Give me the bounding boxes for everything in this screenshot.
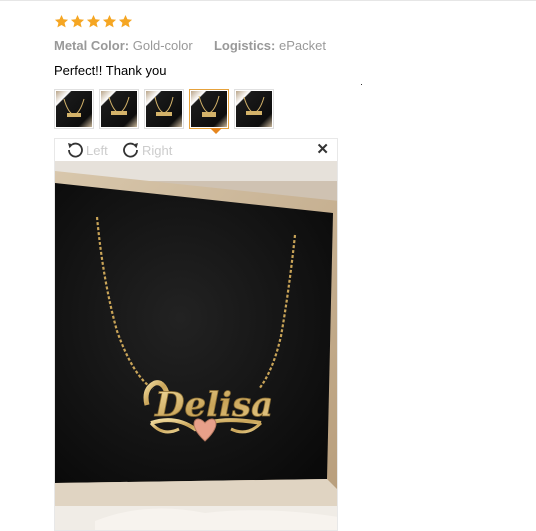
rotate-right-label: Right [142,142,173,158]
rotate-left-button[interactable]: Left [65,141,108,159]
close-icon[interactable]: ✕ [316,142,329,157]
review-thumbnail[interactable] [234,89,274,129]
star-icon [118,14,133,28]
metal-color-label: Metal Color: [54,38,130,53]
review-thumbnail-active[interactable] [189,89,229,129]
star-rating [54,14,133,29]
review-thumbnails [54,89,274,129]
logistics-label: Logistics: [213,38,276,53]
metal-color-value: Gold-color [132,38,193,53]
viewer-toolbar: Left Right ✕ [55,139,337,161]
review-thumbnail[interactable] [144,89,184,129]
photo-viewer: Left Right ✕ Delisa [54,138,338,531]
review-photo: Delisa [55,161,337,530]
logistics-value: ePacket [279,38,326,53]
review-thumbnail[interactable] [99,89,139,129]
rotate-left-icon [68,142,83,158]
review-thumbnail[interactable] [54,89,94,129]
top-divider [0,0,536,1]
star-icon [86,14,101,28]
star-icon [54,14,69,28]
rotate-right-icon [123,142,138,158]
rotate-right-button[interactable]: Right [121,141,172,159]
rotate-left-label: Left [86,142,108,158]
star-icon [70,14,85,28]
review-comment: Perfect!! Thank you [54,63,167,78]
star-icon [102,14,117,28]
active-thumbnail-caret [210,128,222,134]
review-meta: Metal Color: Gold-color Logistics: ePack… [54,38,326,53]
